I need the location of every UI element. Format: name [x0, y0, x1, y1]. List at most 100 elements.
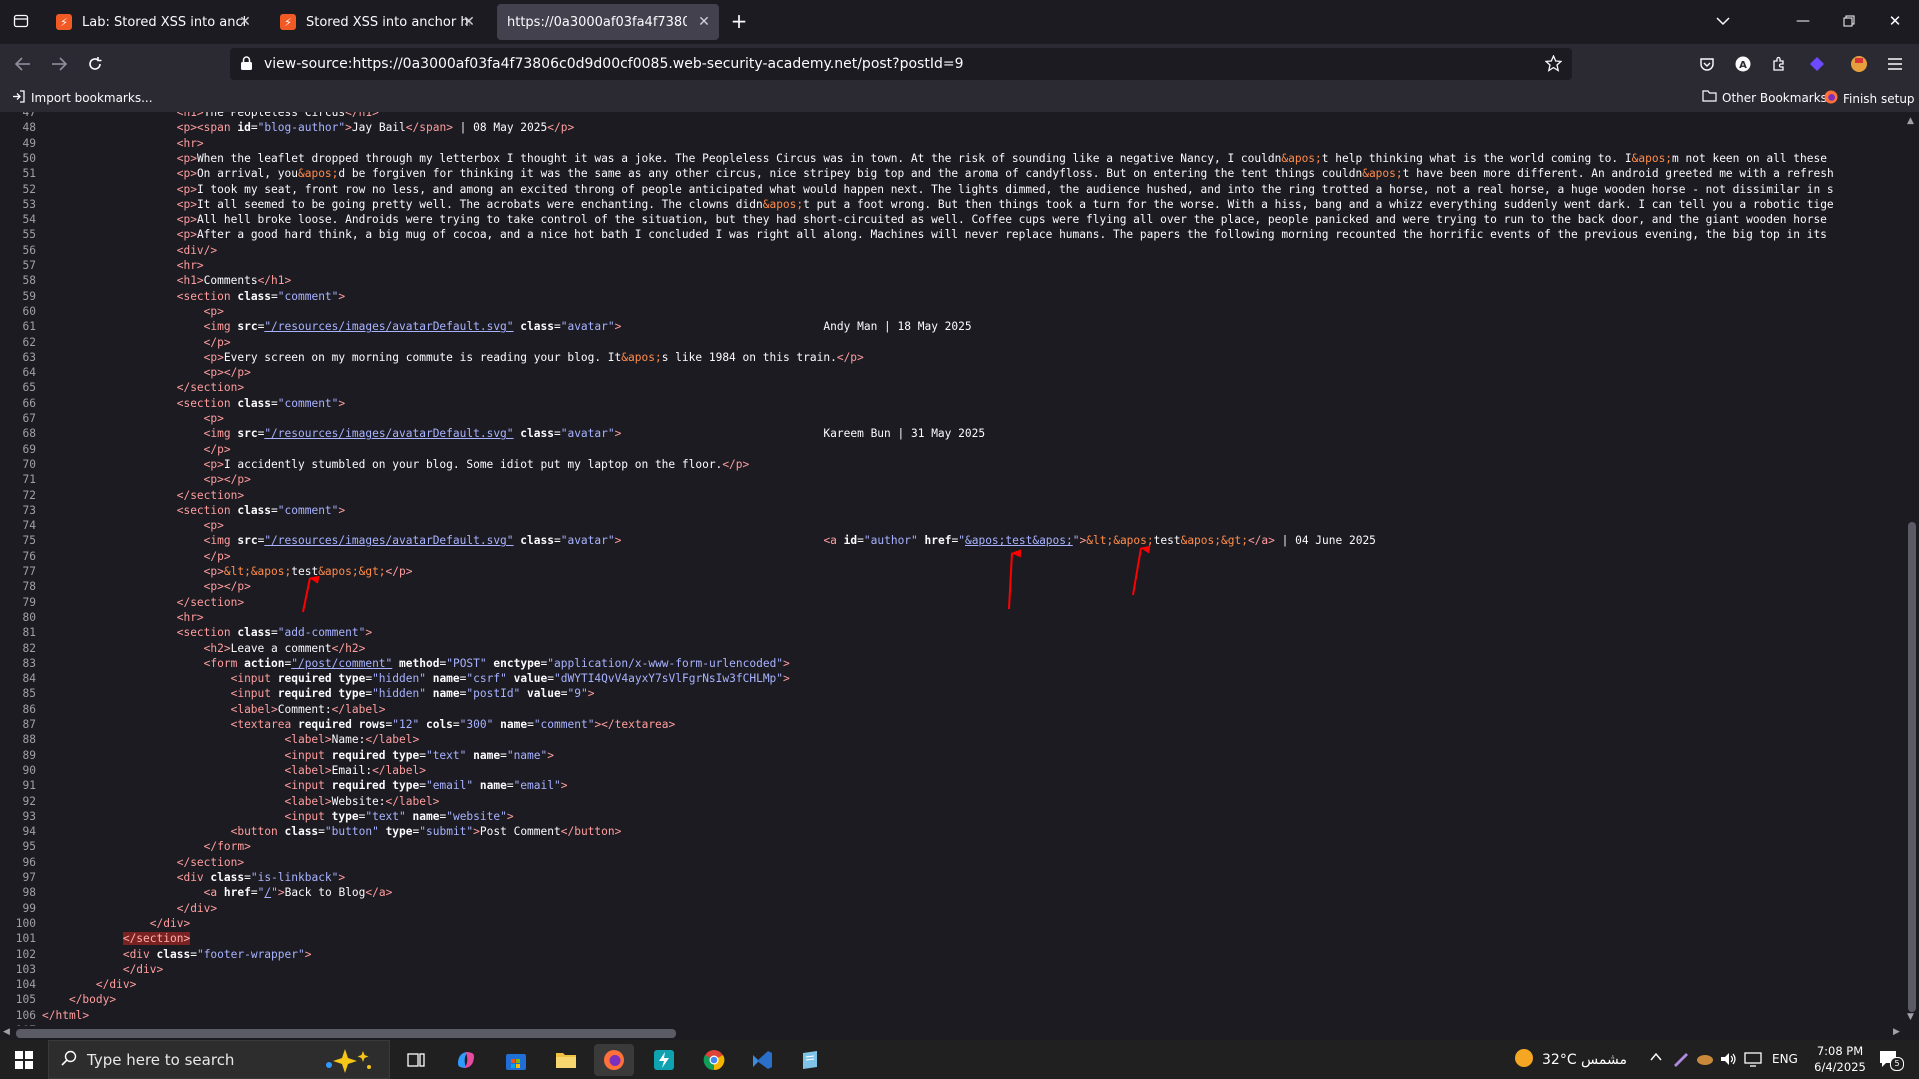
weather-text: 32°C مشمس [1542, 1051, 1627, 1068]
account-icon[interactable]: A [1730, 52, 1756, 76]
notification-center-icon[interactable]: 5 [1878, 1049, 1904, 1073]
source-line: 103 </div> [0, 962, 163, 977]
source-line: 95 </form> [0, 839, 251, 854]
finish-setup-button[interactable]: Finish setup [1824, 90, 1915, 107]
close-icon[interactable]: ✕ [460, 13, 478, 31]
scroll-right-icon[interactable]: ▶ [1893, 1027, 1900, 1037]
extensions-icon[interactable] [1766, 52, 1792, 76]
source-link[interactable]: "/post/comment" [291, 657, 392, 670]
source-code: </p> [42, 550, 231, 563]
source-token: &apos; [1281, 151, 1322, 165]
source-link[interactable]: "/resources/images/avatarDefault.svg" [264, 534, 513, 547]
close-icon[interactable]: ✕ [236, 13, 254, 31]
source-token: <hr> [176, 136, 204, 150]
microsoft-store-icon[interactable] [496, 1044, 536, 1076]
windows-start-icon[interactable] [4, 1044, 44, 1076]
source-token: src [237, 320, 258, 334]
source-code: <hr> [42, 137, 204, 150]
finish-setup-label: Finish setup [1843, 91, 1915, 106]
source-token: t put a foot wrong. But then things took… [803, 197, 1834, 211]
tab-view-source[interactable]: https://0a3000af03fa4f73806c0d9d0 ✕ [497, 4, 719, 40]
restore-icon[interactable] [1836, 9, 1862, 33]
source-line: 98 <a href="/">Back to Blog</a> [0, 885, 393, 900]
horizontal-scroll-thumb[interactable] [16, 1029, 676, 1038]
other-bookmarks-button[interactable]: Other Bookmarks [1702, 90, 1827, 105]
source-line: 64 <p></p> [0, 365, 251, 380]
source-token: </p> [547, 121, 575, 135]
menu-icon[interactable] [1882, 52, 1908, 76]
source-link[interactable]: "/resources/images/avatarDefault.svg" [264, 320, 513, 333]
close-icon[interactable]: ✕ [695, 13, 713, 31]
source-token: Jay Bail [351, 121, 406, 135]
tab-lab-2[interactable]: ⚡ Stored XSS into anchor href attri ✕ [268, 4, 484, 40]
source-token [419, 718, 426, 731]
firefox-taskbar-icon[interactable] [594, 1044, 634, 1076]
source-link[interactable]: &apos;test&apos; [965, 534, 1073, 547]
horizontal-scrollbar[interactable]: ◀ ▶ [0, 1026, 1919, 1040]
navigation-toolbar: view-source:https://0a3000af03fa4f73806c… [0, 44, 1919, 84]
language-indicator[interactable]: ENG [1772, 1052, 1798, 1066]
notepad-taskbar-icon[interactable] [790, 1044, 830, 1076]
forward-icon[interactable] [46, 52, 72, 76]
source-line: 58 <h1>Comments</h1> [0, 273, 292, 288]
burp-suite-taskbar-icon[interactable] [644, 1044, 684, 1076]
proton-extension-icon[interactable] [1804, 52, 1830, 76]
copilot-app-icon[interactable] [446, 1044, 486, 1076]
scroll-left-icon[interactable]: ◀ [3, 1027, 10, 1037]
source-token: = [271, 503, 278, 517]
copilot-sparkle-icon[interactable] [321, 1047, 377, 1077]
taskbar-search-box[interactable]: Type here to search [48, 1040, 390, 1079]
address-bar[interactable]: view-source:https://0a3000af03fa4f73806c… [230, 48, 1572, 80]
line-number: 74 [22, 519, 36, 533]
file-explorer-icon[interactable] [546, 1044, 586, 1076]
vertical-scrollbar[interactable]: ▲ ▼ [1905, 112, 1919, 1026]
line-number: 48 [22, 121, 36, 135]
back-icon[interactable] [10, 52, 36, 76]
source-token: </label> [331, 702, 386, 716]
line-number: 105 [15, 993, 36, 1007]
firefox-view-icon[interactable] [8, 9, 34, 33]
source-token: = [190, 947, 197, 961]
task-view-icon[interactable] [396, 1044, 436, 1076]
source-link[interactable]: "/resources/images/avatarDefault.svg" [264, 427, 513, 440]
network-icon[interactable] [1696, 1051, 1714, 1071]
window-close-icon[interactable]: ✕ [1882, 9, 1908, 33]
line-number: 65 [22, 381, 36, 395]
burp-extension-icon[interactable] [1846, 52, 1872, 76]
line-number: 81 [22, 626, 36, 640]
pocket-icon[interactable] [1694, 52, 1720, 76]
minimize-icon[interactable]: — [1790, 9, 1816, 33]
source-token: = [857, 534, 864, 548]
source-token: required type [277, 672, 366, 686]
line-number: 66 [22, 396, 36, 410]
source-line: 94 <button class="button" type="submit">… [0, 824, 622, 839]
clock[interactable]: 7:08 PM 6/4/2025 [1810, 1043, 1870, 1075]
display-icon[interactable] [1744, 1051, 1762, 1071]
chrome-taskbar-icon[interactable] [694, 1044, 734, 1076]
source-code: <p>It all seemed to be going pretty well… [42, 198, 1834, 211]
source-token: <section [176, 396, 238, 410]
vertical-scroll-thumb[interactable] [1908, 522, 1916, 1012]
pen-icon[interactable] [1672, 1051, 1690, 1071]
bookmark-star-icon[interactable] [1544, 54, 1563, 76]
visual-studio-taskbar-icon[interactable] [742, 1044, 782, 1076]
reload-icon[interactable] [82, 52, 108, 76]
scroll-down-icon[interactable]: ▼ [1907, 1012, 1914, 1022]
new-tab-icon[interactable]: + [726, 9, 752, 33]
show-hidden-icons-icon[interactable] [1650, 1052, 1662, 1065]
source-token: <p> [203, 565, 224, 578]
source-line: 77 <p>&lt;&apos;test&apos;&gt;</p> [0, 564, 413, 579]
weather-widget[interactable]: 32°C مشمس [1514, 1040, 1627, 1079]
volume-icon[interactable] [1720, 1051, 1738, 1071]
source-token: "application/x-www-form-urlencoded" [547, 656, 784, 670]
source-token: cols [425, 718, 453, 731]
source-token: class [284, 825, 319, 839]
scroll-up-icon[interactable]: ▲ [1907, 116, 1914, 126]
import-bookmarks-button[interactable]: Import bookmarks... [12, 90, 153, 106]
list-tabs-icon[interactable] [1710, 9, 1736, 33]
source-token: = [271, 626, 278, 640]
source-line: 74 <p> [0, 518, 224, 533]
source-token: href [924, 534, 952, 548]
tab-lab[interactable]: ⚡ Lab: Stored XSS into anchor href a ✕ [44, 4, 260, 40]
source-code: <p><span id="blog-author">Jay Bail</span… [42, 121, 574, 134]
